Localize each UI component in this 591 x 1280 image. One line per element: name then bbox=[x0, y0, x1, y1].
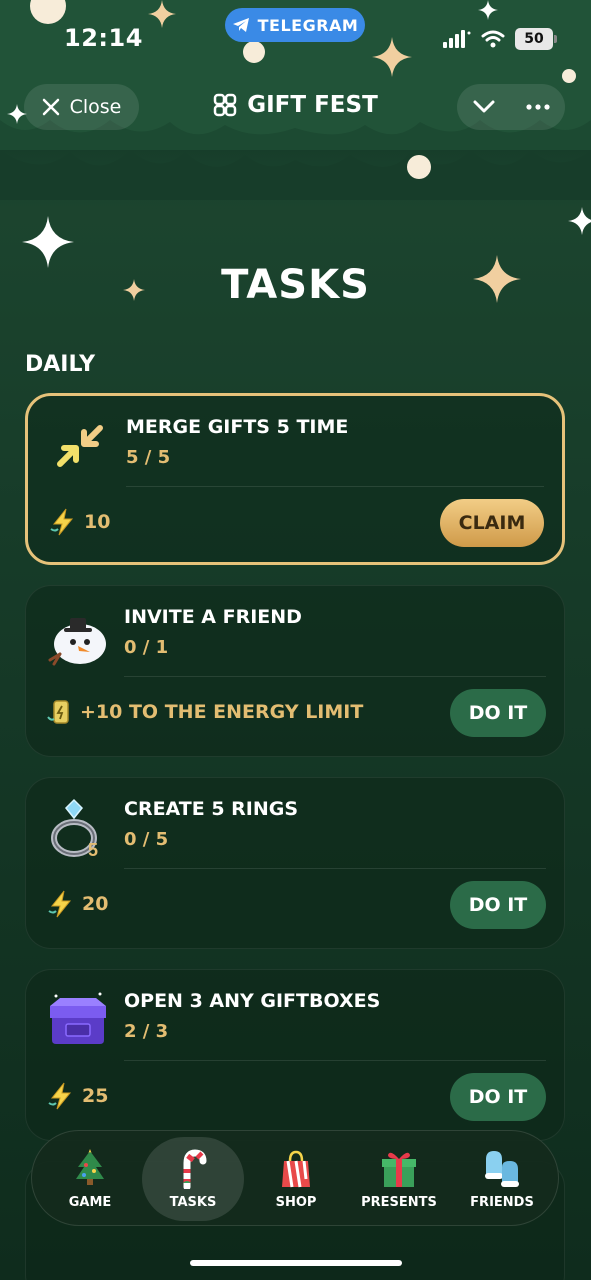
task-name: OPEN 3 ANY GIFTBOXES bbox=[124, 990, 381, 1012]
telegram-label: TELEGRAM bbox=[257, 15, 359, 35]
task-name: CREATE 5 RINGS bbox=[124, 798, 299, 820]
present-icon bbox=[382, 1152, 416, 1187]
task-progress: 0 / 5 bbox=[124, 829, 169, 850]
task-reward: 25 bbox=[46, 1081, 108, 1111]
sparkle-icon bbox=[568, 207, 591, 235]
status-icons: 50 bbox=[443, 28, 557, 50]
task-divider bbox=[124, 868, 546, 869]
more-icon[interactable] bbox=[525, 104, 550, 110]
lightning-icon bbox=[48, 890, 72, 918]
signal-icon bbox=[443, 30, 471, 48]
task-divider bbox=[124, 1060, 546, 1061]
task-name: INVITE A FRIEND bbox=[124, 606, 302, 628]
reward-value: +10 TO THE ENERGY LIMIT bbox=[80, 701, 364, 723]
task-name: MERGE GIFTS 5 TIME bbox=[126, 416, 349, 438]
nav-label: TASKS bbox=[169, 1194, 217, 1210]
nav-item-tasks[interactable]: TASKS bbox=[142, 1137, 244, 1221]
app-title-text: GIFT FEST bbox=[247, 92, 378, 118]
task-card: 5 CREATE 5 RINGS 0 / 5 20 DO IT bbox=[25, 777, 565, 949]
status-bar: 12:14 TELEGRAM 50 bbox=[0, 0, 591, 72]
task-reward: 10 bbox=[48, 507, 110, 537]
canopy-fade bbox=[0, 150, 591, 210]
do-it-button[interactable]: DO IT bbox=[450, 1073, 546, 1121]
mittens-icon bbox=[485, 1150, 519, 1187]
giftbox-icon bbox=[50, 992, 106, 1044]
task-progress: 2 / 3 bbox=[124, 1021, 169, 1042]
page-title: TASKS bbox=[221, 262, 370, 308]
shopping-bag-icon bbox=[282, 1150, 310, 1187]
do-it-button[interactable]: DO IT bbox=[450, 881, 546, 929]
reward-value: 20 bbox=[82, 893, 109, 915]
candy-cane-icon bbox=[183, 1148, 207, 1189]
task-card: OPEN 3 ANY GIFTBOXES 2 / 3 25 DO IT bbox=[25, 969, 565, 1141]
nav-label: FRIENDS bbox=[470, 1194, 534, 1210]
snowman-icon bbox=[48, 618, 106, 666]
home-indicator bbox=[190, 1260, 402, 1266]
reward-value: 25 bbox=[82, 1085, 109, 1107]
nav-item-friends[interactable]: FRIENDS bbox=[451, 1137, 553, 1221]
gift-logo-icon bbox=[213, 93, 237, 117]
christmas-tree-icon bbox=[76, 1148, 104, 1185]
header-actions bbox=[457, 84, 565, 130]
nav-item-shop[interactable]: SHOP bbox=[245, 1137, 347, 1221]
nav-label: SHOP bbox=[275, 1194, 317, 1210]
task-divider bbox=[124, 676, 546, 677]
telegram-icon bbox=[232, 18, 249, 32]
lightning-icon bbox=[48, 1082, 72, 1110]
bottom-nav: GAME TASKS SHOP PRESENTS FRIENDS bbox=[31, 1130, 559, 1226]
task-card: MERGE GIFTS 5 TIME 5 / 5 10 CLAIM bbox=[25, 393, 565, 565]
wifi-icon bbox=[481, 30, 505, 48]
task-reward: +10 TO THE ENERGY LIMIT bbox=[46, 697, 363, 727]
chevron-down-icon[interactable] bbox=[473, 100, 495, 114]
task-progress: 5 / 5 bbox=[126, 447, 171, 468]
status-time: 12:14 bbox=[64, 24, 143, 52]
claim-button[interactable]: CLAIM bbox=[440, 499, 544, 547]
nav-header: Close GIFT FEST bbox=[0, 84, 591, 130]
task-card: INVITE A FRIEND 0 / 1 +10 TO THE ENERGY … bbox=[25, 585, 565, 757]
task-progress: 0 / 1 bbox=[124, 637, 169, 658]
nav-item-presents[interactable]: PRESENTS bbox=[348, 1137, 450, 1221]
battery-indicator: 50 bbox=[515, 28, 557, 50]
reward-value: 10 bbox=[84, 511, 111, 533]
merge-arrows-icon bbox=[57, 425, 103, 467]
ring-icon: 5 bbox=[51, 798, 98, 860]
task-divider bbox=[126, 486, 544, 487]
section-title-daily: DAILY bbox=[25, 352, 95, 377]
sparkle-icon bbox=[22, 216, 74, 268]
telegram-pill[interactable]: TELEGRAM bbox=[225, 8, 365, 42]
lightning-icon bbox=[50, 508, 74, 536]
snow-dot bbox=[407, 155, 431, 179]
nav-item-game[interactable]: GAME bbox=[39, 1137, 141, 1221]
nav-label: PRESENTS bbox=[361, 1194, 437, 1210]
do-it-button[interactable]: DO IT bbox=[450, 689, 546, 737]
task-reward: 20 bbox=[46, 889, 108, 919]
nav-label: GAME bbox=[68, 1194, 112, 1210]
energy-drink-icon bbox=[47, 700, 69, 724]
ring-count-badge: 5 bbox=[88, 840, 98, 860]
